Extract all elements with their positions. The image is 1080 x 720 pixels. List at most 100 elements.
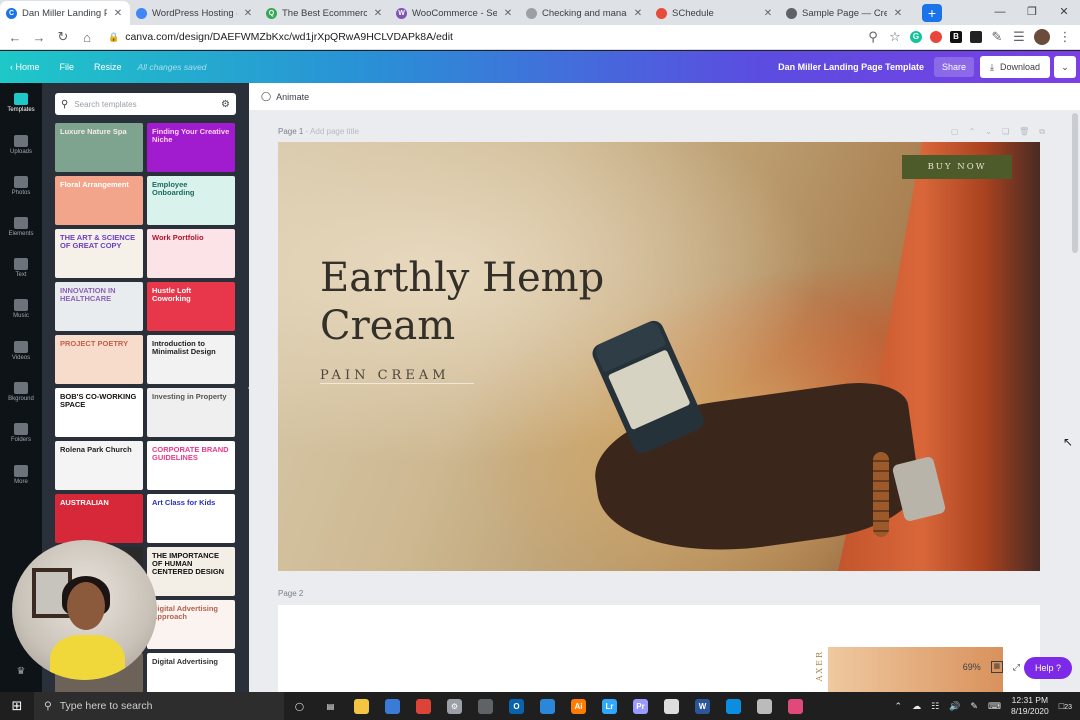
design-title[interactable]: Dan Miller Landing Page Template [778, 62, 934, 72]
page2-vertical-text[interactable]: AXER [815, 650, 824, 681]
taskbar-app-edge-legacy[interactable]: ◯ [284, 692, 315, 720]
template-search-input[interactable]: ⚲ Search templates ⚙ [55, 93, 236, 115]
crown-icon[interactable]: ♛ [0, 666, 42, 677]
download-options-chevron-icon[interactable]: ⌄ [1054, 56, 1076, 78]
template-thumbnail[interactable]: AUSTRALIAN [55, 494, 143, 543]
template-thumbnail[interactable]: Work Portfolio [147, 229, 235, 278]
template-thumbnail[interactable]: Finding Your Creative Niche [147, 123, 235, 172]
template-thumbnail[interactable]: Luxure Nature Spa [55, 123, 143, 172]
tab-close-icon[interactable]: ✕ [892, 8, 904, 19]
help-button[interactable]: Help ? [1024, 657, 1072, 679]
taskbar-app-explorer[interactable] [346, 692, 377, 720]
profile-avatar[interactable] [1034, 29, 1050, 45]
taskbar-app-app-pink[interactable] [780, 692, 811, 720]
rail-item-templates[interactable]: Templates [0, 93, 42, 113]
move-up-icon[interactable]: ⌃ [969, 127, 976, 137]
template-thumbnail[interactable]: Introduction to Minimalist Design [147, 335, 235, 384]
page-notes-icon[interactable]: ▢ [951, 127, 959, 137]
duplicate-page-icon[interactable]: ❏ [1002, 127, 1009, 137]
animate-button[interactable]: Animate [276, 92, 309, 102]
template-thumbnail[interactable]: Rolena Park Church [55, 441, 143, 490]
tab-close-icon[interactable]: ✕ [372, 8, 384, 19]
reading-list-icon[interactable]: ☰ [1012, 29, 1026, 45]
taskbar-app-edge[interactable] [718, 692, 749, 720]
workspace-scrollbar[interactable] [1072, 113, 1078, 253]
keyboard-icon[interactable]: ⌨ [988, 701, 1001, 712]
extension-red-icon[interactable] [930, 31, 942, 43]
rail-item-bkground[interactable]: Bkground [0, 382, 42, 402]
template-thumbnail[interactable]: Floral Arrangement [55, 176, 143, 225]
taskbar-app-store[interactable] [532, 692, 563, 720]
add-page-title-input[interactable]: - Add page title [306, 127, 359, 136]
browser-tab[interactable]: SChedule ✕ [650, 1, 780, 25]
browser-tab[interactable]: Sample Page — Crea ✕ [780, 1, 910, 25]
pen-icon[interactable]: ✎ [970, 701, 978, 712]
taskbar-app-chrome[interactable] [408, 692, 439, 720]
template-thumbnail[interactable]: THE IMPORTANCE OF HUMAN CENTERED DESIGN [147, 547, 235, 596]
browser-tab[interactable]: Q The Best Ecommerce ✕ [260, 1, 390, 25]
taskbar-app-calculator[interactable] [470, 692, 501, 720]
menu-kebab-icon[interactable]: ⋮ [1058, 29, 1072, 45]
buy-now-button[interactable]: BUY NOW [902, 155, 1012, 179]
extension-b-icon[interactable]: B [950, 31, 962, 43]
taskbar-app-illustrator[interactable]: Ai [563, 692, 594, 720]
page-2-canvas[interactable]: AXER [278, 605, 1040, 692]
tray-chevron-icon[interactable]: ⌃ [895, 701, 903, 712]
template-thumbnail[interactable]: Hustle Loft Coworking [147, 282, 235, 331]
move-down-icon[interactable]: ⌄ [985, 127, 992, 137]
close-window-icon[interactable]: ✕ [1048, 0, 1080, 24]
notifications-icon[interactable]: □23 [1059, 701, 1072, 711]
rail-item-music[interactable]: Music [0, 299, 42, 319]
forward-icon[interactable]: → [32, 30, 46, 45]
template-thumbnail[interactable]: Digital Advertising [147, 653, 235, 692]
tab-close-icon[interactable]: ✕ [112, 8, 124, 19]
taskbar-app-app-icon[interactable] [656, 692, 687, 720]
browser-tab[interactable]: W WooCommerce - Sell ✕ [390, 1, 520, 25]
zoom-level[interactable]: 69% [963, 662, 981, 672]
rail-item-text[interactable]: Text [0, 258, 42, 278]
page-1-canvas[interactable]: Earthly Hemp Cream PAIN CREAM BUY NOW [278, 142, 1040, 571]
rail-item-folders[interactable]: Folders [0, 423, 42, 443]
rail-item-photos[interactable]: Photos [0, 176, 42, 196]
template-thumbnail[interactable]: BOB'S CO-WORKING SPACE [55, 388, 143, 437]
taskbar-app-photos[interactable] [377, 692, 408, 720]
taskbar-app-lightroom[interactable]: Lr [594, 692, 625, 720]
template-thumbnail[interactable]: Digital Advertising Approach [147, 600, 235, 649]
filter-icon[interactable]: ⚙ [221, 99, 230, 110]
url-field[interactable]: 🔒 canva.com/design/DAEFWMZbKxc/wd1jrXpQR… [104, 27, 856, 47]
rail-item-more[interactable]: More [0, 465, 42, 485]
tab-close-icon[interactable]: ✕ [632, 8, 644, 19]
share-button[interactable]: Share [933, 57, 974, 77]
tab-close-icon[interactable]: ✕ [502, 8, 514, 19]
back-icon[interactable]: ← [8, 30, 22, 45]
fullscreen-icon[interactable]: ⤢ [1013, 662, 1020, 673]
taskbar-app-app-circle[interactable] [749, 692, 780, 720]
taskbar-app-premiere[interactable]: Pr [625, 692, 656, 720]
taskbar-clock[interactable]: 12:31 PM 8/19/2020 [1011, 695, 1049, 717]
taskbar-search-input[interactable]: ⚲ Type here to search [34, 692, 284, 720]
tab-close-icon[interactable]: ✕ [242, 8, 254, 19]
network-icon[interactable]: ☷ [931, 701, 939, 712]
taskbar-app-word[interactable]: W [687, 692, 718, 720]
new-tab-plus-icon[interactable]: + [922, 4, 942, 22]
tab-close-icon[interactable]: ✕ [762, 8, 774, 19]
extension-c-icon[interactable] [970, 31, 982, 43]
browser-tab[interactable]: WordPress Hosting (F ✕ [130, 1, 260, 25]
page-grid-view-icon[interactable]: ▦ [990, 661, 1003, 673]
rail-item-uploads[interactable]: Uploads [0, 135, 42, 155]
template-thumbnail[interactable]: Employee Onboarding [147, 176, 235, 225]
design-headline[interactable]: Earthly Hemp Cream [320, 254, 660, 350]
rail-item-videos[interactable]: Videos [0, 341, 42, 361]
taskbar-app-task-view[interactable]: ▤ [315, 692, 346, 720]
download-button[interactable]: ⤓ Download [979, 56, 1050, 78]
restore-icon[interactable]: ❐ [1016, 0, 1048, 24]
rail-item-elements[interactable]: Elements [0, 217, 42, 237]
template-thumbnail[interactable]: CORPORATE BRAND GUIDELINES [147, 441, 235, 490]
home-icon[interactable]: ⌂ [80, 30, 94, 45]
home-button[interactable]: ‹ Home [0, 62, 50, 72]
minimize-icon[interactable]: — [984, 0, 1016, 24]
taskbar-app-outlook[interactable]: O [501, 692, 532, 720]
windows-start-icon[interactable]: ⊞ [0, 698, 34, 714]
volume-icon[interactable]: 🔊 [949, 701, 960, 712]
taskbar-app-settings[interactable]: ⚙ [439, 692, 470, 720]
